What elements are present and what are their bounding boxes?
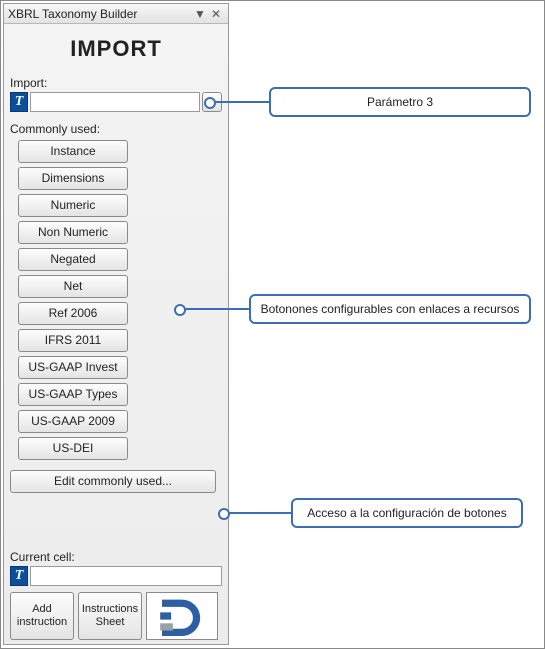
commonly-used-button[interactable]: US-DEI	[18, 437, 128, 460]
commonly-used-button[interactable]: US-GAAP 2009	[18, 410, 128, 433]
import-label: Import:	[10, 76, 222, 90]
panel-titlebar: XBRL Taxonomy Builder ▼ ✕	[4, 4, 228, 24]
commonly-used-button[interactable]: Numeric	[18, 194, 128, 217]
add-instruction-button[interactable]: Add instruction	[10, 592, 74, 640]
callout-configurable-buttons: Botonones configurables con enlaces a re…	[249, 294, 531, 324]
page-title: IMPORT	[10, 36, 222, 62]
commonly-used-button[interactable]: US-GAAP Invest	[18, 356, 128, 379]
callout-config-access: Acceso a la configuración de botones	[291, 498, 523, 528]
import-input[interactable]	[30, 92, 200, 112]
bottom-area: Current cell: T Add instruction Instruct…	[10, 550, 222, 640]
text-type-icon: T	[10, 566, 28, 586]
commonly-used-button[interactable]: US-GAAP Types	[18, 383, 128, 406]
current-cell-label: Current cell:	[10, 550, 222, 564]
commonly-used-button[interactable]: Negated	[18, 248, 128, 271]
callout-parameter: Parámetro 3	[269, 87, 531, 117]
panel-body: IMPORT Import: T Commonly used: Instance…	[4, 24, 228, 497]
edit-commonly-used-button[interactable]: Edit commonly used...	[10, 470, 216, 493]
panel-menu-dropdown-icon[interactable]: ▼	[192, 7, 208, 21]
text-type-icon: T	[10, 92, 28, 112]
callout-connector	[225, 512, 291, 514]
close-icon[interactable]: ✕	[208, 7, 224, 21]
bottom-buttons: Add instruction Instructions Sheet	[10, 592, 222, 640]
panel-title: XBRL Taxonomy Builder	[8, 7, 192, 21]
instructions-sheet-button[interactable]: Instructions Sheet	[78, 592, 142, 640]
callout-connector	[181, 308, 249, 310]
import-row: T	[10, 92, 222, 112]
commonly-used-label: Commonly used:	[10, 122, 222, 136]
taxonomy-builder-panel: XBRL Taxonomy Builder ▼ ✕ IMPORT Import:…	[3, 3, 229, 645]
logo	[146, 592, 218, 640]
current-cell-input[interactable]	[30, 566, 222, 586]
commonly-used-button[interactable]: Instance	[18, 140, 128, 163]
commonly-used-button[interactable]: Ref 2006	[18, 302, 128, 325]
commonly-used-button[interactable]: Dimensions	[18, 167, 128, 190]
current-cell-row: T	[10, 566, 222, 586]
commonly-used-buttons: Instance Dimensions Numeric Non Numeric Nega…	[10, 140, 222, 460]
company-logo-icon	[154, 596, 210, 636]
commonly-used-button[interactable]: IFRS 2011	[18, 329, 128, 352]
callout-connector	[211, 101, 269, 103]
commonly-used-button[interactable]: Net	[18, 275, 128, 298]
commonly-used-button[interactable]: Non Numeric	[18, 221, 128, 244]
